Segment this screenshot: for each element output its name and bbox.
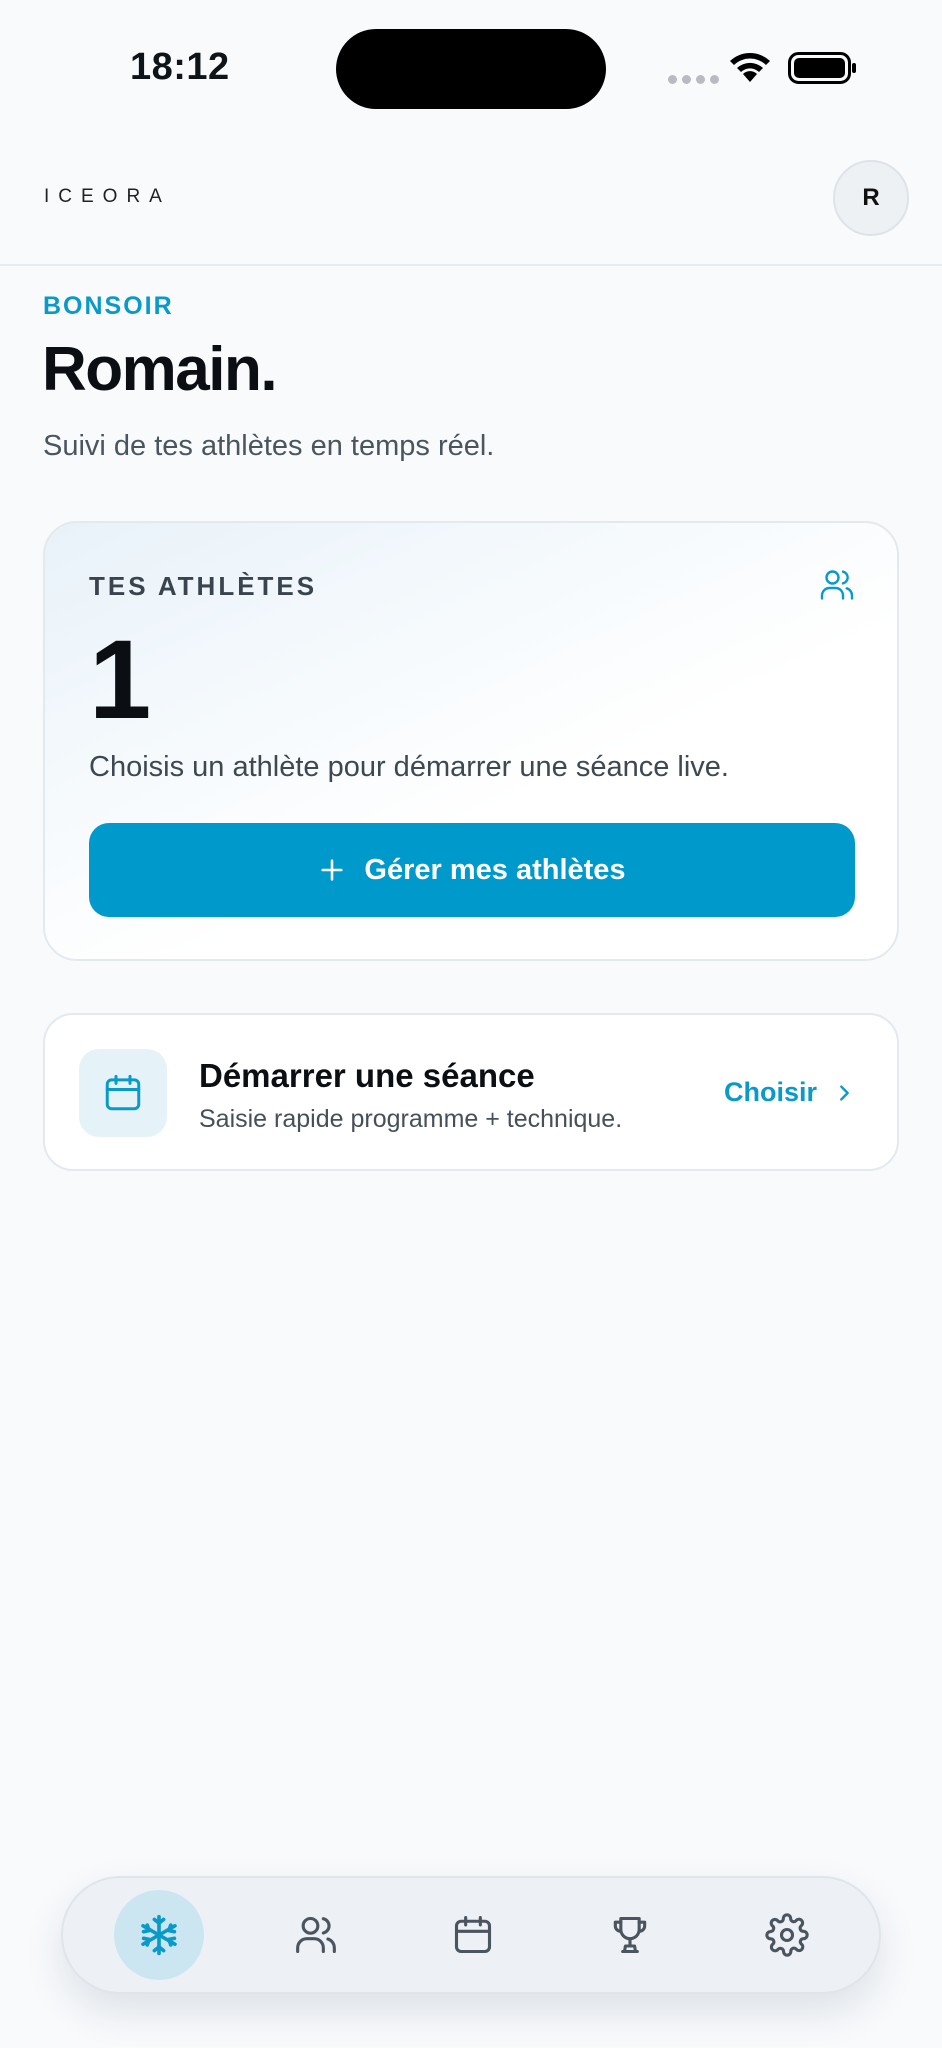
battery-icon — [788, 52, 856, 84]
choose-link[interactable]: Choisir — [724, 1077, 855, 1108]
snowflake-icon — [141, 1914, 177, 1956]
nav-item-athletes[interactable] — [271, 1890, 361, 1980]
users-icon — [296, 1916, 336, 1954]
avatar[interactable]: R — [833, 160, 909, 236]
calendar-icon — [105, 1074, 141, 1111]
status-bar: 18:12 — [0, 0, 942, 140]
session-subtitle: Saisie rapide programme + technique. — [199, 1105, 623, 1133]
athletes-count: 1 — [89, 617, 151, 742]
chevron-right-icon — [840, 1084, 849, 1101]
session-title: Démarrer une séance — [199, 1057, 535, 1094]
athletes-card: TES ATHLÈTES 1 Choisis un athlète pour d… — [43, 521, 899, 961]
dynamic-island — [336, 29, 606, 109]
nav-item-calendar[interactable] — [428, 1890, 518, 1980]
gear-icon — [765, 1913, 809, 1957]
nav-item-settings[interactable] — [742, 1890, 832, 1980]
status-time: 18:12 — [130, 46, 230, 88]
users-icon — [820, 570, 854, 600]
trophy-icon — [613, 1916, 647, 1954]
start-session-card[interactable]: Démarrer une séance Saisie rapide progra… — [43, 1013, 899, 1171]
plus-icon — [321, 859, 344, 881]
bottom-nav — [61, 1876, 881, 1994]
session-icon-box — [79, 1049, 167, 1137]
manage-athletes-label: Gérer mes athlètes — [364, 853, 626, 886]
wifi-icon — [730, 53, 770, 82]
app-header: ICEORA R — [0, 140, 942, 266]
brand-logo: ICEORA — [44, 186, 171, 207]
greeting-name: Romain. — [42, 335, 278, 404]
choose-label: Choisir — [723, 1077, 817, 1107]
athletes-description: Choisis un athlète pour démarrer une séa… — [89, 751, 729, 783]
cellular-signal-icon — [668, 75, 719, 84]
nav-item-home[interactable] — [114, 1890, 204, 1980]
athletes-label: TES ATHLÈTES — [89, 571, 318, 601]
greeting-eyebrow: BONSOIR — [43, 292, 174, 320]
calendar-icon — [454, 1916, 492, 1954]
greeting-subtitle: Suivi de tes athlètes en temps réel. — [43, 430, 495, 462]
manage-athletes-button[interactable]: Gérer mes athlètes — [89, 823, 855, 917]
nav-item-trophies[interactable] — [585, 1890, 675, 1980]
